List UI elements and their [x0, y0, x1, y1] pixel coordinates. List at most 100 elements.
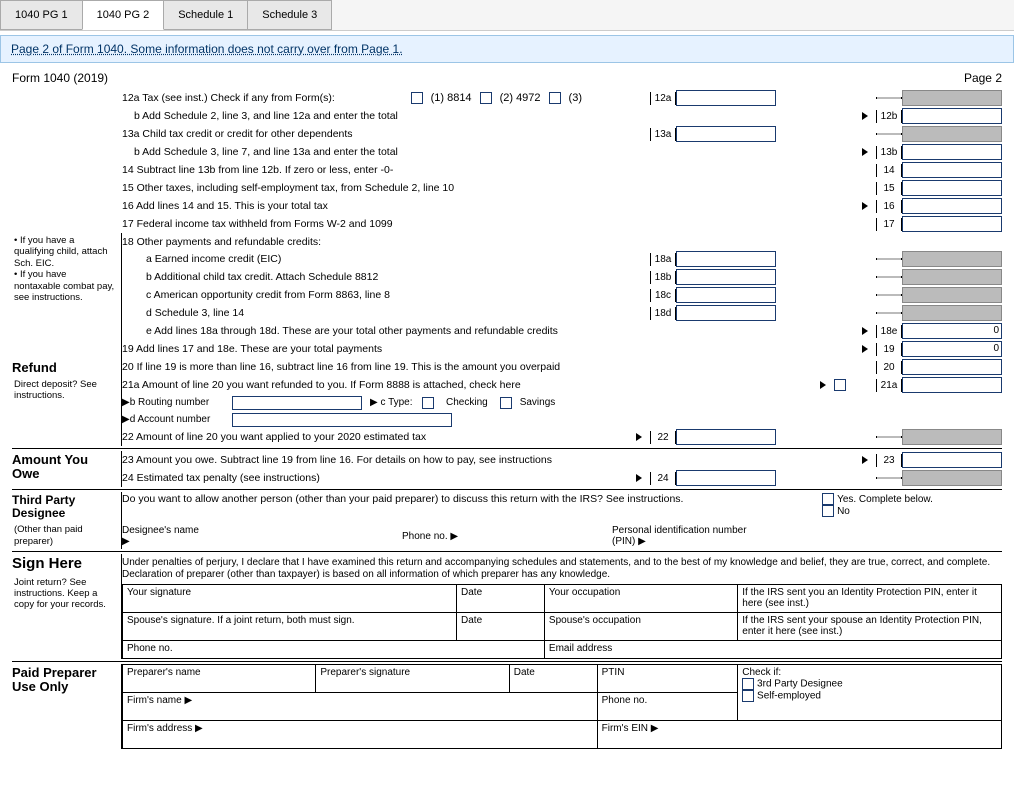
designee-pin-label: Personal identification number (PIN) ▶ — [612, 525, 752, 547]
arrow-icon — [862, 148, 876, 156]
num-23: 23 — [876, 454, 902, 467]
check-savings[interactable] — [500, 397, 512, 409]
preparer-date-cell[interactable]: Date — [509, 665, 597, 693]
amt-20[interactable] — [902, 359, 1002, 375]
line-16-label: 16 Add lines 14 and 15. This is your tot… — [122, 200, 862, 212]
sidebar-note-eic: • If you have a qualifying child, attach… — [12, 233, 117, 305]
line-18b-label: b Additional child tax credit. Attach Sc… — [122, 271, 650, 283]
line-20-label: 20 If line 19 is more than line 16, subt… — [122, 361, 876, 373]
check-4972[interactable] — [480, 92, 492, 104]
preparer-sig-cell[interactable]: Preparer's signature — [316, 665, 509, 693]
account-number-input[interactable] — [232, 413, 452, 427]
label-8814: (1) 8814 — [423, 92, 480, 104]
amt-18c[interactable] — [676, 287, 776, 303]
label-no: No — [837, 506, 850, 517]
routing-number-input[interactable] — [232, 396, 362, 410]
tab-schedule3[interactable]: Schedule 3 — [247, 0, 332, 30]
num-22: 22 — [650, 431, 676, 444]
tab-1040-pg1[interactable]: 1040 PG 1 — [0, 0, 83, 30]
amt-17[interactable] — [902, 216, 1002, 232]
line-23-label: 23 Amount you owe. Subtract line 19 from… — [122, 454, 862, 466]
irs-pin-spouse-cell[interactable]: If the IRS sent your spouse an Identity … — [738, 613, 1002, 641]
ptin-cell[interactable]: PTIN — [597, 665, 738, 693]
check-self-employed[interactable] — [742, 690, 754, 702]
tab-1040-pg2[interactable]: 1040 PG 2 — [82, 0, 165, 30]
amt-12a[interactable] — [676, 90, 776, 106]
line-14-label: 14 Subtract line 13b from line 12b. If z… — [122, 164, 876, 176]
firm-name-cell[interactable]: Firm's name ▶ — [123, 693, 598, 721]
label-savings: Savings — [512, 397, 564, 408]
line-19-label: 19 Add lines 17 and 18e. These are your … — [122, 343, 862, 355]
check-third-no[interactable] — [822, 505, 834, 517]
amt-23[interactable] — [902, 452, 1002, 468]
line-13a-label: 13a Child tax credit or credit for other… — [122, 128, 650, 140]
firm-ein-cell[interactable]: Firm's EIN ▶ — [597, 721, 1001, 749]
line-21c-label: ▶ c Type: — [362, 397, 422, 408]
section-third-party: Third Party Designee — [12, 492, 117, 522]
check-12a-3[interactable] — [549, 92, 561, 104]
check-8814[interactable] — [411, 92, 423, 104]
section-refund: Refund — [12, 358, 117, 377]
amt-13b[interactable] — [902, 144, 1002, 160]
phone-cell[interactable]: Phone no. — [123, 641, 545, 659]
num-18e: 18e — [876, 325, 902, 338]
arrow-icon — [862, 112, 876, 120]
label-self-employed: Self-employed — [757, 691, 821, 702]
spouse-signature-cell[interactable]: Spouse's signature. If a joint return, b… — [123, 613, 457, 641]
direct-deposit-note: Direct deposit? See instructions. — [12, 377, 117, 404]
firm-phone-cell[interactable]: Phone no. — [597, 693, 738, 721]
amt-15[interactable] — [902, 180, 1002, 196]
line-12b-label: b Add Schedule 2, line 3, and line 12a a… — [122, 110, 862, 122]
amt-14[interactable] — [902, 162, 1002, 178]
line-21a-label: 21a Amount of line 20 you want refunded … — [122, 379, 820, 391]
spouse-occupation-cell[interactable]: Spouse's occupation — [544, 613, 737, 641]
amt-18b[interactable] — [676, 269, 776, 285]
line-21b-label: ▶b Routing number — [122, 397, 232, 408]
arrow-icon — [862, 345, 876, 353]
info-bar: Page 2 of Form 1040. Some information do… — [0, 35, 1014, 63]
line-24-label: 24 Estimated tax penalty (see instructio… — [122, 472, 636, 484]
third-party-question: Do you want to allow another person (oth… — [122, 493, 822, 505]
spouse-date-cell[interactable]: Date — [457, 613, 545, 641]
amt-18d[interactable] — [676, 305, 776, 321]
amt-18e[interactable]: 0 — [902, 323, 1002, 339]
num-18b: 18b — [650, 271, 676, 284]
arrow-icon — [862, 202, 876, 210]
num-13a: 13a — [650, 128, 676, 141]
date-cell[interactable]: Date — [457, 585, 545, 613]
line-17-label: 17 Federal income tax withheld from Form… — [122, 218, 876, 230]
tab-bar: 1040 PG 1 1040 PG 2 Schedule 1 Schedule … — [0, 0, 1014, 31]
irs-pin-you-cell[interactable]: If the IRS sent you an Identity Protecti… — [738, 585, 1002, 613]
check-third-yes[interactable] — [822, 493, 834, 505]
amt-24[interactable] — [676, 470, 776, 486]
your-occupation-cell[interactable]: Your occupation — [544, 585, 737, 613]
your-signature-cell[interactable]: Your signature — [123, 585, 457, 613]
perjury-declaration: Under penalties of perjury, I declare th… — [122, 554, 1002, 584]
check-3rd-party[interactable] — [742, 678, 754, 690]
check-if-cell: Check if: 3rd Party Designee Self-employ… — [738, 665, 1002, 721]
arrow-icon — [636, 474, 650, 482]
amt-16[interactable] — [902, 198, 1002, 214]
arrow-icon — [862, 456, 876, 464]
designee-phone-label: Phone no. ▶ — [402, 531, 462, 542]
firm-addr-cell[interactable]: Firm's address ▶ — [123, 721, 598, 749]
check-8888[interactable] — [834, 379, 846, 391]
tab-schedule1[interactable]: Schedule 1 — [163, 0, 248, 30]
amt-18a[interactable] — [676, 251, 776, 267]
arrow-icon — [636, 433, 650, 441]
amt-22[interactable] — [676, 429, 776, 445]
num-15: 15 — [876, 182, 902, 195]
email-cell[interactable]: Email address — [544, 641, 1001, 659]
preparer-name-cell[interactable]: Preparer's name — [123, 665, 316, 693]
amt-12b[interactable] — [902, 108, 1002, 124]
num-13b: 13b — [876, 146, 902, 159]
amt-19[interactable]: 0 — [902, 341, 1002, 357]
amt-21a[interactable] — [902, 377, 1002, 393]
check-checking[interactable] — [422, 397, 434, 409]
other-prep-note: (Other than paid preparer) — [12, 522, 117, 549]
line-22-label: 22 Amount of line 20 you want applied to… — [122, 431, 636, 443]
label-4972: (2) 4972 — [492, 92, 549, 104]
form-id: Form 1040 (2019) — [12, 71, 108, 85]
amt-13a[interactable] — [676, 126, 776, 142]
num-20: 20 — [876, 361, 902, 374]
